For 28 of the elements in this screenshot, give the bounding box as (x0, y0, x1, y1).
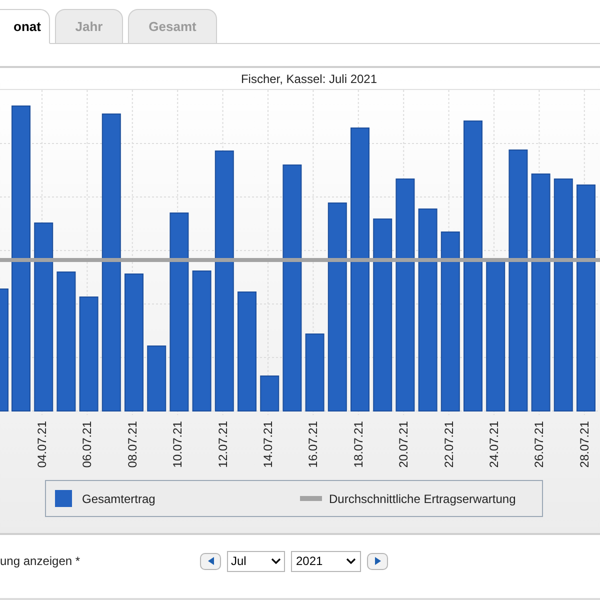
chart-bar (260, 376, 280, 412)
legend-label: Durchschnittliche Ertragserwartung (329, 490, 516, 508)
left-triangle-icon (208, 557, 214, 565)
x-axis-label: 04.07.21 (35, 421, 49, 468)
x-axis-label: 18.07.21 (351, 421, 366, 468)
x-axis-label: 20.07.21 (396, 421, 411, 468)
month-select[interactable]: Jul (227, 550, 285, 572)
right-triangle-icon (374, 557, 380, 565)
x-axis-label: 24.07.21 (487, 421, 501, 468)
year-select[interactable]: 2021 (291, 550, 361, 572)
chevron-down-icon (271, 558, 281, 564)
tab[interactable]: onat (0, 9, 50, 44)
footer-note: ung anzeigen * (0, 553, 82, 570)
chart-bar (147, 346, 166, 412)
x-axis-label: 26.07.21 (532, 421, 546, 468)
x-axis-label: 22.07.21 (442, 421, 456, 468)
x-axis-label: 14.07.21 (261, 421, 275, 468)
next-button[interactable] (367, 552, 388, 570)
x-axis-label: 10.07.21 (170, 421, 185, 468)
x-axis-label: 08.07.21 (125, 421, 140, 468)
legend-label: Gesamtertrag (82, 490, 156, 508)
previous-button[interactable] (200, 552, 221, 570)
chart-title: Fischer, Kassel: Juli 2021 (0, 68, 600, 90)
chevron-down-icon (346, 558, 356, 564)
x-axis-label: 06.07.21 (80, 421, 94, 468)
x-axis-label: 28.07.21 (577, 421, 592, 468)
x-axis-label: 16.07.21 (306, 421, 320, 468)
x-axis-label: 12.07.21 (216, 421, 230, 468)
